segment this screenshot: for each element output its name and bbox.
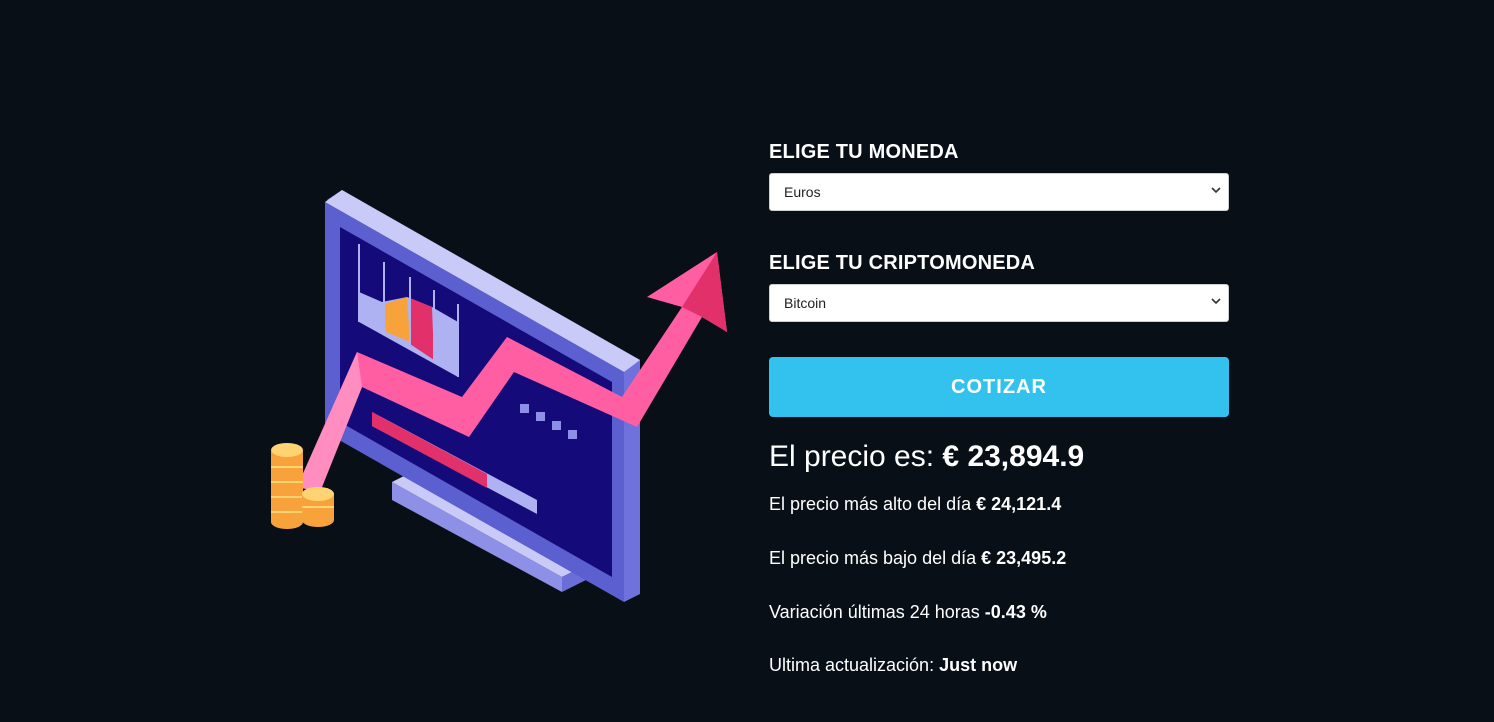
crypto-select[interactable]: Bitcoin — [769, 284, 1229, 322]
change-row: Variación últimas 24 horas -0.43 % — [769, 601, 1047, 623]
low-price-value: € 23,495.2 — [981, 548, 1067, 568]
price-result: El precio es: € 23,894.9 — [769, 439, 1229, 475]
low-price-label: El precio más bajo del día — [769, 548, 977, 568]
crypto-label: ELIGE TU CRIPTOMONEDA — [769, 252, 1036, 274]
high-price-value: € 24,121.4 — [976, 494, 1062, 514]
currency-label: ELIGE TU MONEDA — [769, 141, 959, 163]
crypto-growth-illustration — [271, 190, 727, 602]
high-price-row: El precio más alto del día € 24,121.4 — [769, 493, 1061, 515]
currency-select[interactable]: Euros — [769, 173, 1229, 211]
high-price-label: El precio más alto del día — [769, 494, 972, 514]
updated-row: Ultima actualización: Just now — [769, 654, 1017, 676]
updated-value: Just now — [939, 655, 1018, 675]
low-price-row: El precio más bajo del día € 23,495.2 — [769, 547, 1066, 569]
updated-label: Ultima actualización: — [769, 655, 935, 675]
currency-select-value: Euros — [784, 184, 821, 200]
price-label: El precio es: — [769, 440, 935, 473]
crypto-select-value: Bitcoin — [784, 295, 827, 311]
change-value: -0.43 % — [984, 602, 1047, 622]
cotizar-button[interactable]: COTIZAR — [769, 357, 1229, 417]
chevron-down-icon — [1211, 298, 1221, 305]
change-label: Variación últimas 24 horas — [769, 602, 980, 622]
chevron-down-icon — [1211, 187, 1221, 194]
quote-form: ELIGE TU MONEDA Euros ELIGE TU CRIPTOMON… — [769, 140, 1229, 675]
price-value: € 23,894.9 — [942, 440, 1085, 473]
page: ELIGE TU MONEDA Euros ELIGE TU CRIPTOMON… — [0, 0, 1494, 722]
